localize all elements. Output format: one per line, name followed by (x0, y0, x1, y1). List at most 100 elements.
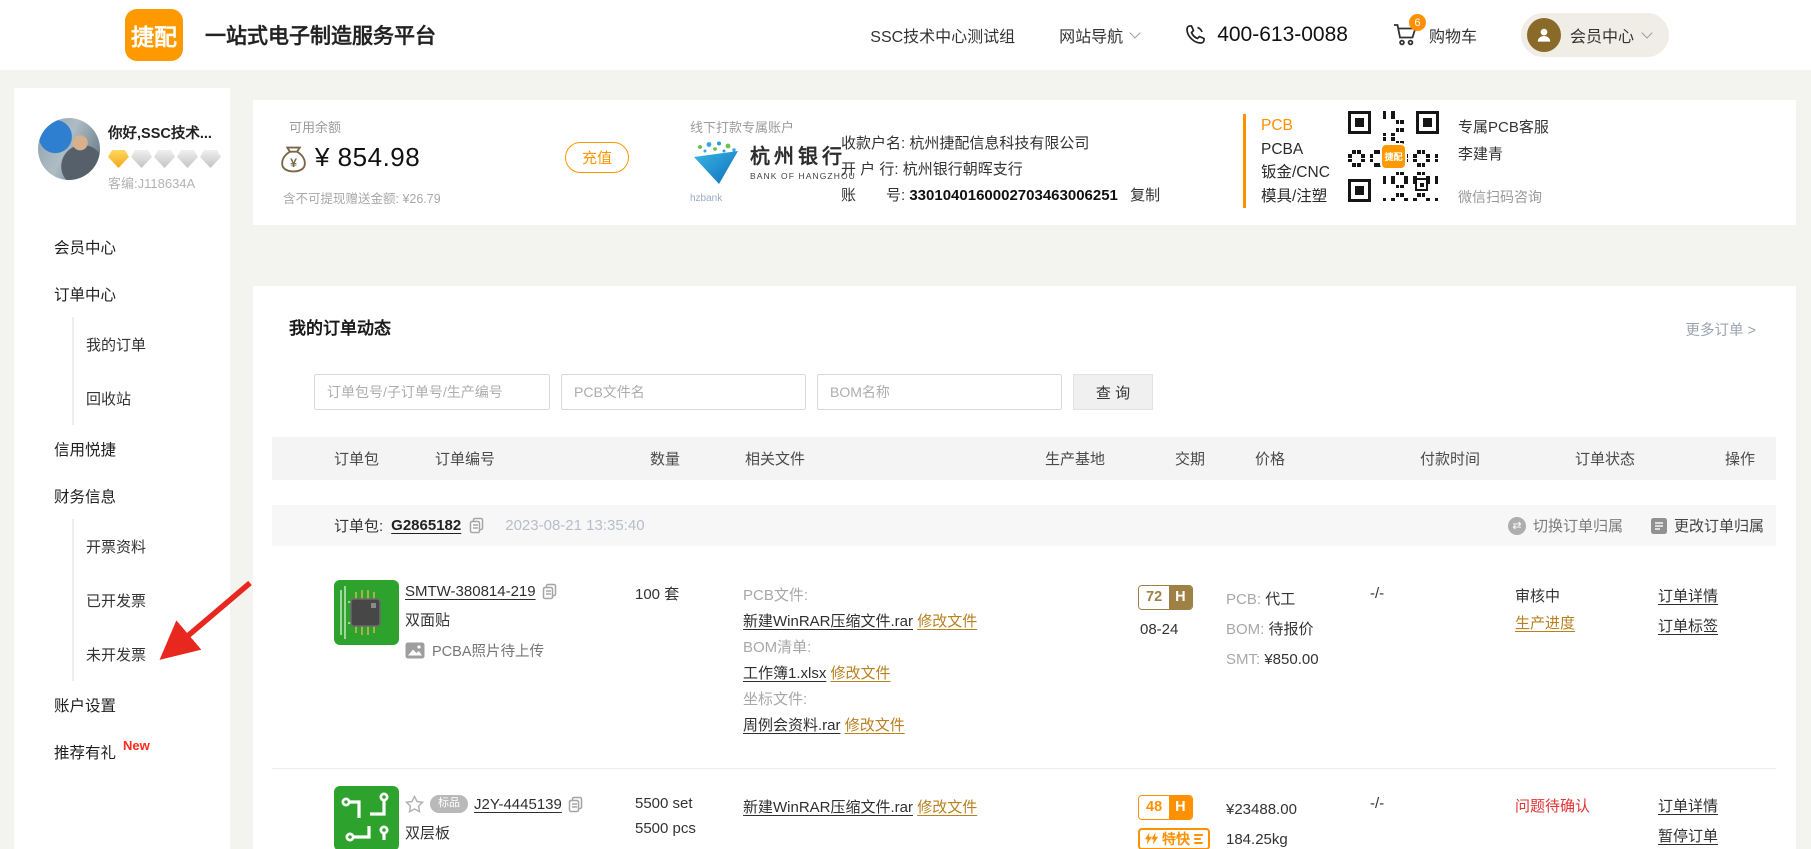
order-detail-link[interactable]: 订单详情 (1658, 795, 1776, 816)
switch-owner-icon: ⇄ (1508, 517, 1526, 535)
package-label: 订单包: (334, 515, 383, 536)
order-due-cell: 48H 特快 (1122, 769, 1217, 849)
sidebar-item-order-center[interactable]: 订单中心 (14, 270, 230, 317)
order-detail-link[interactable]: 订单详情 (1658, 585, 1776, 606)
change-owner-button[interactable]: 更改订单归属 (1651, 515, 1764, 536)
service-item-pcba[interactable]: PCBA (1261, 138, 1330, 162)
query-button[interactable]: 查 询 (1073, 374, 1153, 410)
jiepei-logo[interactable]: 捷配 (125, 9, 183, 61)
team-name[interactable]: SSC技术中心测试组 (870, 23, 1015, 47)
lead-hours: 72 (1139, 586, 1169, 609)
order-search-bar: 查 询 (314, 374, 1153, 410)
more-orders-link[interactable]: 更多订单 > (1686, 319, 1757, 340)
pause-order-link[interactable]: 暂停订单 (1658, 825, 1776, 846)
member-center-menu[interactable]: 会员中心 (1521, 13, 1669, 57)
copy-icon[interactable] (469, 517, 485, 534)
order-quantity-set: 5500 set (635, 795, 717, 812)
order-label-link[interactable]: 订单标签 (1658, 615, 1776, 636)
sidebar-item-member-center[interactable]: 会员中心 (14, 223, 230, 270)
order-actions-cell: 订单详情 暂停订单 查看问题 (1652, 769, 1776, 849)
pcb-board-thumbnail[interactable] (334, 580, 399, 645)
pcba-photo-status: PCBA照片待上传 (405, 640, 607, 661)
branch-label: 开 户 行: (841, 161, 899, 178)
order-number-link[interactable]: SMTW-380814-219 (405, 583, 536, 600)
bom-file-link[interactable]: 工作簿1.xlsx (743, 665, 826, 682)
referral-label: 推荐有礼 (54, 741, 116, 763)
account-number: 3301040160002703463006251 (909, 187, 1118, 204)
order-price-cell: PCB: 代工 BOM: 待报价 SMT: ¥850.00 (1217, 545, 1362, 768)
sidebar-item-referral[interactable]: 推荐有礼 New (14, 728, 230, 775)
pcb-file-link[interactable]: 新建WinRAR压缩文件.rar (743, 799, 913, 816)
user-avatar[interactable] (38, 118, 100, 180)
production-progress-link[interactable]: 生产进度 (1515, 615, 1575, 632)
pcb-file-modify-link[interactable]: 修改文件 (917, 799, 977, 816)
balance-amount: ¥ 854.98 (315, 142, 420, 173)
diamond-icon (154, 150, 175, 168)
order-number-link[interactable]: J2Y-4445139 (474, 796, 562, 813)
board-type: 双面贴 (405, 609, 607, 630)
order-status-cell: 问题待确认 (1507, 769, 1652, 849)
recharge-button[interactable]: 充值 (565, 142, 629, 173)
customer-code: 客编:J118634A (108, 173, 230, 192)
bom-name-input[interactable] (817, 374, 1062, 410)
diamond-icon (177, 150, 198, 168)
service-item-pcb[interactable]: PCB (1261, 114, 1330, 138)
pcb-filename-input[interactable] (561, 374, 806, 410)
sidebar-item-my-orders[interactable]: 我的订单 (74, 317, 230, 371)
sidebar-item-not-invoiced[interactable]: 未开发票 (74, 627, 230, 681)
package-number-link[interactable]: G2865182 (391, 517, 461, 534)
pay-time: -/- (1370, 585, 1384, 602)
col-header-actions: 操作 (1652, 448, 1776, 469)
order-id-cell: SMTW-380814-219 双面贴 PCBA照片待上传 (402, 545, 617, 768)
service-item-mold-injection[interactable]: 模具/注塑 (1261, 185, 1330, 209)
pay-time: -/- (1370, 795, 1384, 812)
site-nav-menu[interactable]: 网站导航 (1059, 23, 1139, 47)
package-datetime: 2023-08-21 13:35:40 (505, 517, 644, 534)
sidebar-item-credit[interactable]: 信用悦捷 (14, 425, 230, 472)
service-item-sheetmetal-cnc[interactable]: 钣金/CNC (1261, 161, 1330, 185)
cart-button[interactable]: 6 购物车 (1392, 21, 1477, 49)
order-qty-cell: 5500 set 5500 pcs (617, 769, 717, 849)
speed-lines-icon (1194, 834, 1203, 844)
profile-block: 你好,SSC技术... 客编:J118634A (14, 88, 230, 198)
order-status-cell: 审核中 生产进度 (1507, 545, 1652, 768)
payee-value: 杭州捷配信息科技有限公司 (909, 135, 1089, 152)
member-center-page: 捷配 一站式电子制造服务平台 SSC技术中心测试组 网站导航 400-613-0… (0, 0, 1811, 849)
phone-icon (1183, 23, 1207, 47)
sidebar-item-finance[interactable]: 财务信息 (14, 472, 230, 519)
pcb-file-modify-link[interactable]: 修改文件 (917, 613, 977, 630)
order-row: 标品 J2Y-4445139 双层板 10cm *10cm 5500 set 5… (272, 768, 1776, 849)
orders-title: 我的订单动态 (289, 314, 391, 339)
order-number-input[interactable] (314, 374, 550, 410)
bank-abbr: hzbank (690, 193, 742, 204)
lead-unit: H (1169, 796, 1191, 819)
coord-file-modify-link[interactable]: 修改文件 (845, 717, 905, 734)
star-icon[interactable] (405, 795, 424, 813)
profile-info: 你好,SSC技术... 客编:J118634A (108, 122, 230, 192)
sidebar-item-recycle-bin[interactable]: 回收站 (74, 371, 230, 425)
diamond-icon (108, 150, 129, 168)
sidebar-item-invoice-info[interactable]: 开票资料 (74, 519, 230, 573)
copy-icon[interactable] (542, 583, 558, 600)
cart-icon[interactable]: 6 (1392, 21, 1420, 49)
sidebar-item-invoiced[interactable]: 已开发票 (74, 573, 230, 627)
pcb-board-thumbnail[interactable] (334, 786, 399, 849)
orders-card: 我的订单动态 更多订单 > 查 询 订单包 订单编号 数量 相关文件 生产基地 … (253, 286, 1796, 849)
switch-owner-button[interactable]: ⇄ 切换订单归属 (1508, 515, 1623, 536)
bank-logo: hzbank 杭州银行 BANK OF HANGZHOU (690, 140, 856, 204)
due-date: 08-24 (1138, 621, 1217, 638)
coord-file-link[interactable]: 周例会资料.rar (743, 717, 841, 734)
service-phone: 400-613-0088 (1183, 23, 1348, 47)
photo-icon (405, 642, 425, 659)
pcb-file-link[interactable]: 新建WinRAR压缩文件.rar (743, 613, 913, 630)
order-files-cell: 新建WinRAR压缩文件.rar 修改文件 (717, 769, 1012, 849)
order-status: 问题待确认 (1515, 795, 1652, 816)
express-badge: 特快 (1138, 828, 1210, 849)
bom-file-modify-link[interactable]: 修改文件 (831, 665, 891, 682)
copy-icon[interactable] (568, 796, 584, 813)
sidebar-item-account-settings[interactable]: 账户设置 (14, 681, 230, 728)
copy-account-button[interactable]: 复制 (1130, 187, 1160, 204)
support-title: 专属PCB客服 (1458, 114, 1549, 141)
change-owner-label: 更改订单归属 (1674, 515, 1764, 536)
price-total: ¥23488.00 (1226, 795, 1362, 825)
